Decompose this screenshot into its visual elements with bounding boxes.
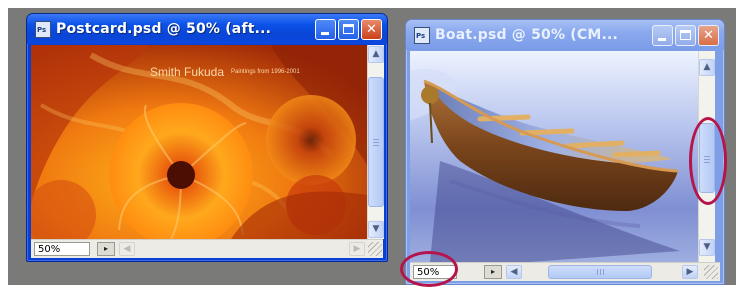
window-title: Postcard.psd @ 50% (aft... [56,21,272,37]
down-arrow-icon: ▼ [372,224,380,234]
resize-grip[interactable] [704,265,718,279]
scroll-down-button[interactable]: ▼ [699,239,715,256]
zoom-field-callout [400,251,458,287]
grip-line [603,269,604,275]
down-arrow-icon: ▼ [703,242,711,252]
status-menu-icon: ▸ [490,267,495,276]
grip-line [600,269,601,275]
scroll-up-button[interactable]: ▲ [368,46,384,63]
scroll-down-button[interactable]: ▼ [368,221,384,238]
right-arrow-icon: ▶ [353,244,361,254]
window-title: Boat.psd @ 50% (CM... [435,27,619,43]
grip-line [597,269,598,275]
up-arrow-icon: ▲ [372,49,380,59]
scroll-left-button[interactable]: ◀ [119,242,135,256]
maximize-icon [680,29,691,40]
status-menu-icon: ▸ [103,244,108,253]
boat-titlebar[interactable]: Boat.psd @ 50% (CM... ✕ [406,20,724,50]
postcard-status-bar: 50% ▸ ◀ ▶ [31,239,383,258]
minimize-button[interactable] [315,18,336,40]
close-button[interactable]: ✕ [361,18,382,40]
status-menu-button[interactable]: ▸ [484,265,502,279]
boat-image[interactable] [410,51,698,262]
document-icon [35,20,51,38]
right-arrow-icon: ▶ [686,267,694,277]
zoom-level-field[interactable]: 50% [34,242,90,256]
scroll-up-button[interactable]: ▲ [699,59,715,76]
close-icon: ✕ [703,27,714,43]
postcard-titlebar[interactable]: Postcard.psd @ 50% (aft... ✕ [27,14,387,44]
horizontal-scrollbar-thumb[interactable] [548,265,652,279]
status-menu-button[interactable]: ▸ [97,242,115,256]
minimize-icon [658,37,666,41]
scroll-right-button[interactable]: ▶ [682,265,698,279]
postcard-artist-name: Smith Fukuda [150,65,225,79]
left-arrow-icon: ◀ [123,244,131,254]
boat-artwork [410,51,698,262]
scroll-right-button[interactable]: ▶ [349,242,365,256]
boat-window[interactable]: Boat.psd @ 50% (CM... ✕ [405,19,725,285]
postcard-image[interactable]: Smith Fukuda Paintings from 1996-2001 [31,45,367,239]
grip-line [373,139,379,140]
maximize-button[interactable] [675,24,696,46]
document-icon [414,26,430,44]
grip-line [373,145,379,146]
maximize-icon [343,23,354,34]
up-arrow-icon: ▲ [703,62,711,72]
resize-grip[interactable] [368,242,382,256]
close-button[interactable]: ✕ [698,24,719,46]
scroll-left-button[interactable]: ◀ [506,265,522,279]
postcard-vertical-scrollbar[interactable]: ▲ ▼ [367,45,384,239]
grip-line [373,142,379,143]
minimize-icon [321,31,329,35]
scrollbar-callout [689,117,727,205]
minimize-button[interactable] [652,24,673,46]
postcard-window[interactable]: Postcard.psd @ 50% (aft... ✕ [26,13,388,262]
maximize-button[interactable] [338,18,359,40]
postcard-artist-dates: Paintings from 1996-2001 [231,69,300,75]
close-icon: ✕ [366,21,377,37]
vertical-scrollbar-thumb[interactable] [368,77,384,207]
left-arrow-icon: ◀ [510,267,518,277]
